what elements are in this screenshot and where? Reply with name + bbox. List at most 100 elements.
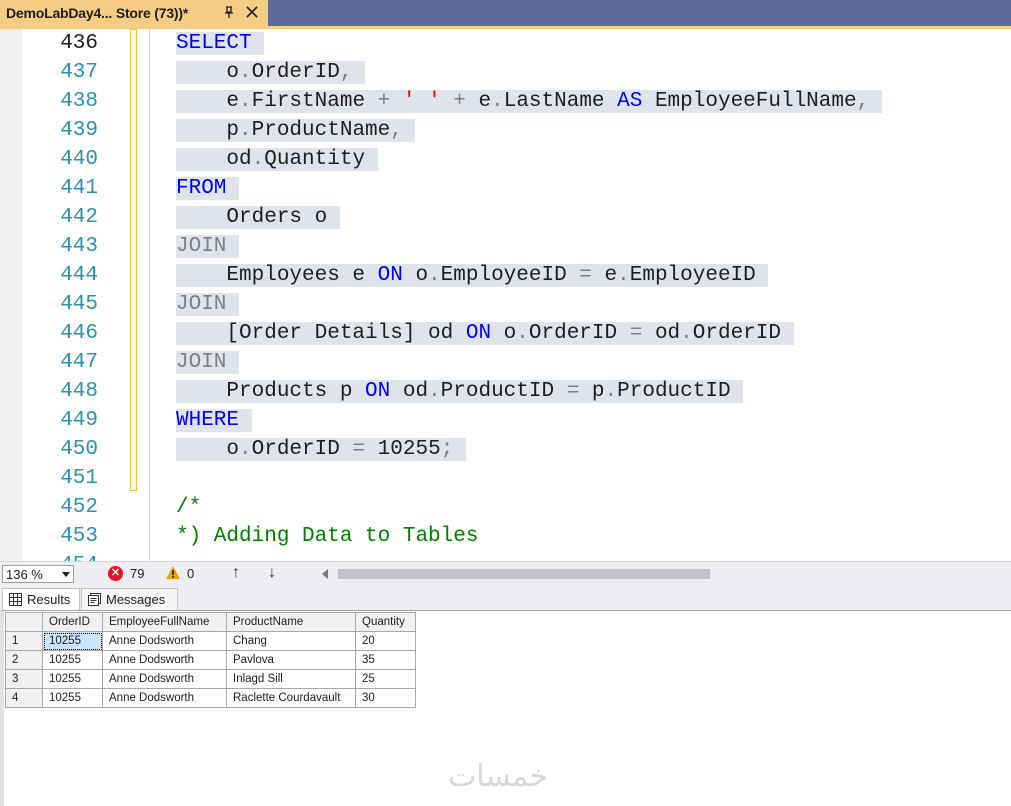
grid-cell[interactable]: 10255 — [42, 631, 103, 651]
code-line[interactable]: *) Adding Data to Tables — [176, 522, 478, 551]
row-number-header[interactable] — [5, 612, 43, 632]
line-number: 453 — [60, 525, 98, 548]
column-header[interactable]: ProductName — [226, 612, 356, 632]
arrow-down-icon[interactable]: ↓ — [268, 564, 276, 582]
error-count[interactable]: 79 — [130, 566, 144, 581]
grid-cell[interactable]: Anne Dodsworth — [102, 650, 227, 670]
code-token: /* — [176, 496, 202, 519]
line-number: 441 — [60, 177, 98, 200]
horizontal-scrollbar-thumb[interactable] — [338, 569, 710, 579]
code-token: ON — [377, 264, 416, 287]
code-token: . — [239, 119, 252, 142]
column-header[interactable]: Quantity — [355, 612, 416, 632]
code-token: ProductID — [440, 380, 567, 403]
code-token: = — [629, 322, 655, 345]
scroll-left-icon[interactable] — [322, 569, 328, 579]
grid-cell[interactable]: Chang — [226, 631, 356, 651]
row-number[interactable]: 3 — [5, 669, 43, 689]
code-token: AS — [617, 90, 655, 113]
grid-cell[interactable]: 10255 — [42, 688, 103, 708]
column-header[interactable]: OrderID — [42, 612, 103, 632]
code-token: OrderID — [692, 322, 781, 345]
code-token: Orders o — [176, 206, 328, 229]
code-line[interactable]: od.Quantity — [176, 145, 378, 174]
line-number: 447 — [60, 351, 98, 374]
code-line[interactable]: FROM — [176, 174, 240, 203]
warning-count[interactable]: 0 — [187, 566, 194, 581]
row-number[interactable]: 1 — [5, 631, 43, 651]
outlining-margin — [149, 29, 150, 561]
grid-cell[interactable]: 10255 — [42, 669, 103, 689]
row-number[interactable]: 4 — [5, 688, 43, 708]
grid-cell[interactable]: Pavlova — [226, 650, 356, 670]
code-token: ON — [465, 322, 504, 345]
tab-results[interactable]: Results — [2, 588, 80, 610]
code-line[interactable]: SELECT — [176, 29, 265, 58]
close-icon[interactable] — [245, 5, 259, 19]
document-tab[interactable]: DemoLabDay4... Store (73))* — [0, 0, 268, 26]
watermark-text: خمسات — [448, 759, 549, 794]
grid-cell[interactable]: 35 — [355, 650, 416, 670]
code-line[interactable]: o.OrderID = 10255; — [176, 435, 466, 464]
grid-cell[interactable]: 10255 — [42, 650, 103, 670]
code-line[interactable]: JOIN — [176, 290, 240, 319]
code-token: , — [339, 61, 353, 84]
table-row[interactable]: 4 10255 Anne Dodsworth Raclette Courdava… — [5, 688, 416, 708]
code-token: EmployeeFullName — [654, 90, 857, 113]
tab-messages[interactable]: Messages — [81, 588, 178, 610]
code-line[interactable]: Employees e ON o.EmployeeID = e.Employee… — [176, 261, 769, 290]
grid-cell[interactable]: 30 — [355, 688, 416, 708]
code-token: . — [428, 264, 441, 287]
table-row[interactable]: 3 10255 Anne Dodsworth Inlagd Sill 25 — [5, 669, 416, 689]
pin-icon[interactable] — [222, 4, 236, 20]
results-grid-panel: OrderID EmployeeFullName ProductName Qua… — [0, 610, 1011, 806]
code-line[interactable]: Orders o — [176, 203, 340, 232]
code-line[interactable]: WHERE — [176, 406, 252, 435]
code-token: [Order Details] od — [176, 322, 466, 345]
arrow-up-icon[interactable]: ↑ — [232, 564, 240, 582]
warning-icon[interactable] — [165, 565, 181, 580]
code-token: OrderID — [251, 438, 353, 461]
grid-cell[interactable]: 20 — [355, 631, 416, 651]
grid-cell[interactable]: Anne Dodsworth — [102, 631, 227, 651]
code-token: ProductName — [251, 119, 391, 142]
code-token: EmployeeID — [440, 264, 580, 287]
code-line[interactable]: Products p ON od.ProductID = p.ProductID — [176, 377, 744, 406]
line-number: 446 — [60, 322, 98, 345]
code-token: p — [176, 119, 240, 142]
change-tracking-bar — [130, 29, 137, 491]
code-token: . — [428, 380, 441, 403]
code-line[interactable]: /* — [176, 493, 201, 522]
line-number: 436 — [60, 32, 98, 55]
code-token: . — [239, 90, 252, 113]
grid-cell[interactable]: 25 — [355, 669, 416, 689]
code-line[interactable]: o.OrderID, — [176, 58, 366, 87]
column-header[interactable]: EmployeeFullName — [102, 612, 227, 632]
code-token: . — [604, 380, 618, 403]
code-line[interactable]: JOIN — [176, 348, 240, 377]
code-line[interactable]: JOIN — [176, 232, 240, 261]
grid-cell[interactable]: Inlagd Sill — [226, 669, 356, 689]
code-token: . — [251, 148, 265, 171]
grid-cell[interactable]: Anne Dodsworth — [102, 669, 227, 689]
code-line[interactable]: p.ProductName, — [176, 116, 416, 145]
grid-icon — [9, 593, 22, 606]
grid-cell[interactable]: Raclette Courdavault — [226, 688, 356, 708]
results-grid[interactable]: OrderID EmployeeFullName ProductName Qua… — [5, 612, 416, 708]
code-token: , — [390, 119, 403, 142]
row-number[interactable]: 2 — [5, 650, 43, 670]
code-token: o — [415, 264, 429, 287]
error-icon[interactable]: ✕ — [108, 566, 123, 581]
code-line[interactable]: e.FirstName + ' ' + e.LastName AS Employ… — [176, 87, 882, 116]
code-token: OrderID — [251, 61, 340, 84]
table-row[interactable]: 1 10255 Anne Dodsworth Chang 20 — [5, 631, 416, 651]
sql-editor[interactable]: 436 437 438 439 440 441 442 443 444 445 446 447 448 4… — [0, 29, 1011, 561]
grid-cell[interactable]: Anne Dodsworth — [102, 688, 227, 708]
code-token: FROM — [176, 177, 227, 200]
code-token: p — [591, 380, 605, 403]
zoom-dropdown[interactable]: 136 % — [2, 565, 74, 583]
code-line[interactable]: [Order Details] od ON o.OrderID = od.Ord… — [176, 319, 794, 348]
line-number: 443 — [60, 235, 98, 258]
document-tab-bar: DemoLabDay4... Store (73))* — [0, 0, 1011, 26]
table-row[interactable]: 2 10255 Anne Dodsworth Pavlova 35 — [5, 650, 416, 670]
